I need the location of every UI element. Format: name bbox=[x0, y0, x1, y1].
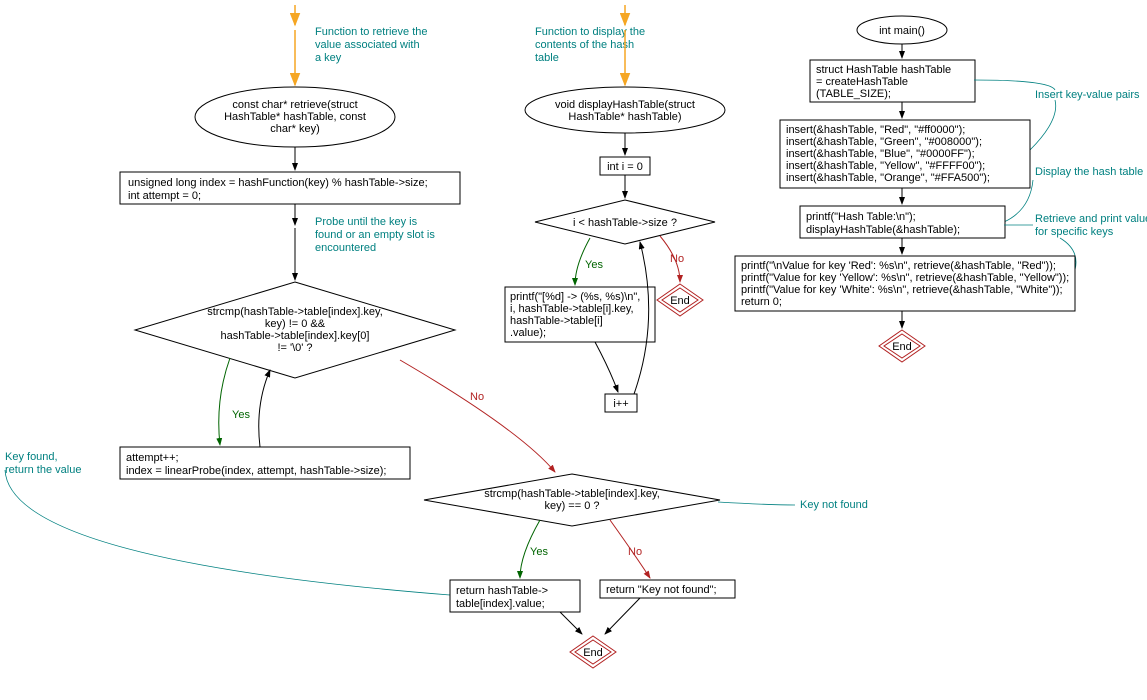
svg-text:int i = 0: int i = 0 bbox=[607, 161, 643, 173]
comment-retrieve: Function to retrieve thevalue associated… bbox=[315, 26, 428, 64]
svg-text:Yes: Yes bbox=[232, 409, 250, 421]
svg-text:Yes: Yes bbox=[585, 259, 603, 271]
comment-display-table: Display the hash table bbox=[1035, 166, 1143, 178]
comment-probe: Probe until the key isfound or an empty … bbox=[315, 216, 435, 254]
svg-text:No: No bbox=[670, 253, 684, 265]
svg-text:void displayHashTable(structHa: void displayHashTable(structHashTable* h… bbox=[555, 99, 695, 123]
svg-text:End: End bbox=[583, 647, 603, 659]
svg-text:i++: i++ bbox=[613, 398, 628, 410]
svg-text:int main(): int main() bbox=[879, 25, 925, 37]
comment-insert: Insert key-value pairs bbox=[1035, 89, 1140, 101]
comment-key-found: Key found,return the value bbox=[5, 451, 81, 476]
svg-text:return hashTable->table[index]: return hashTable->table[index].value; bbox=[456, 585, 548, 610]
svg-text:End: End bbox=[892, 341, 912, 353]
comment-display: Function to display thecontents of the h… bbox=[535, 26, 645, 64]
comment-retrieve-print: Retrieve and print valuesfor specific ke… bbox=[1035, 213, 1147, 238]
comment-key-not-found: Key not found bbox=[800, 499, 868, 511]
svg-text:No: No bbox=[628, 546, 642, 558]
svg-text:End: End bbox=[670, 295, 690, 307]
svg-text:Yes: Yes bbox=[530, 546, 548, 558]
svg-text:return "Key not found";: return "Key not found"; bbox=[606, 584, 717, 596]
svg-text:No: No bbox=[470, 391, 484, 403]
svg-text:insert(&hashTable, "Red", "#ff: insert(&hashTable, "Red", "#ff0000");ins… bbox=[786, 124, 990, 184]
svg-text:i < hashTable->size ?: i < hashTable->size ? bbox=[573, 217, 677, 229]
